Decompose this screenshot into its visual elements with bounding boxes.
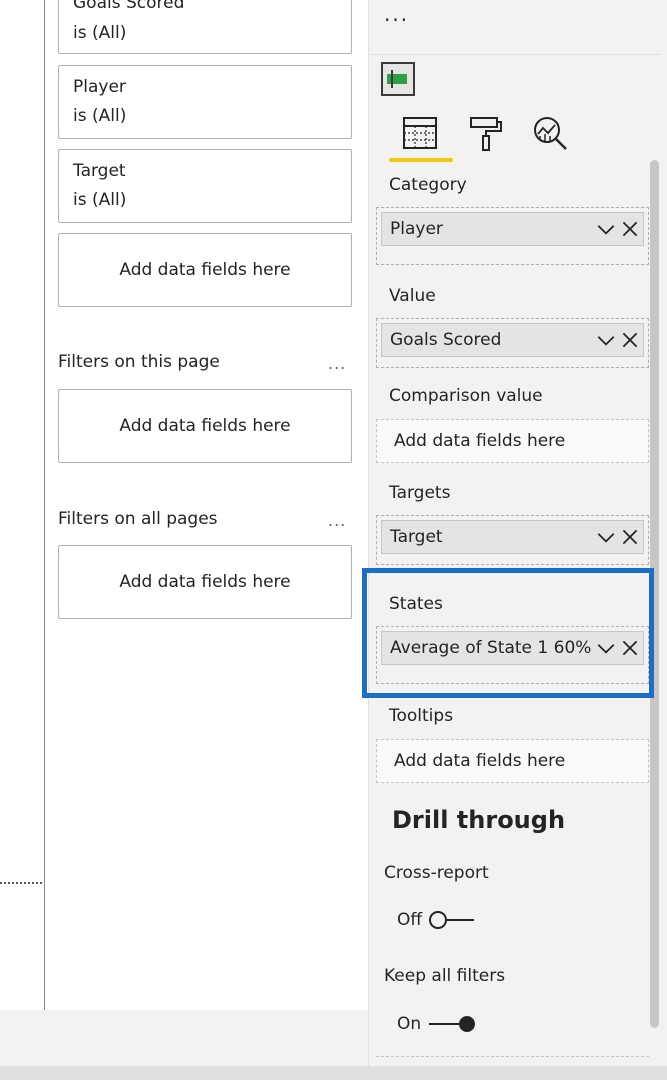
value-field-name: Goals Scored (390, 330, 502, 350)
pane-separator (370, 54, 660, 55)
category-well[interactable]: Player (376, 207, 649, 265)
analytics-magnifier-icon[interactable] (530, 114, 570, 154)
filter-condition: is (All) (73, 23, 127, 43)
filter-condition: is (All) (73, 190, 127, 210)
cross-report-label: Cross-report (384, 863, 489, 883)
value-well-label: Value (389, 286, 436, 306)
status-bar (0, 1066, 667, 1080)
paint-roller-icon[interactable] (466, 114, 506, 154)
chevron-down-icon[interactable] (595, 218, 617, 240)
tooltips-drop-zone[interactable]: Add data fields here (376, 739, 649, 783)
all-pages-filters-drop-zone[interactable]: Add data fields here (58, 545, 352, 619)
cross-report-state: Off (397, 910, 423, 930)
close-icon[interactable] (619, 218, 641, 240)
visual-filters-drop-zone[interactable]: Add data fields here (58, 233, 352, 307)
drill-through-heading: Drill through (392, 806, 566, 834)
category-field-name: Player (390, 219, 443, 239)
category-well-label: Category (389, 175, 467, 195)
cross-report-toggle[interactable]: Off (397, 908, 476, 932)
filter-condition: is (All) (73, 106, 127, 126)
targets-field-pill[interactable]: Target (381, 520, 644, 554)
fields-grid-icon[interactable] (401, 114, 441, 154)
bullet-chart-icon[interactable] (381, 62, 415, 96)
all-pages-filters-more-button[interactable]: ... (328, 511, 346, 530)
filter-card-player[interactable]: Player is (All) (58, 65, 352, 139)
filter-field-name: Target (73, 161, 126, 181)
bullet-tick-shape (391, 70, 393, 88)
close-icon[interactable] (619, 329, 641, 351)
keep-all-filters-state: On (397, 1014, 422, 1034)
tooltips-well-label: Tooltips (389, 706, 454, 726)
targets-well[interactable]: Target (376, 515, 649, 565)
filter-field-name: Player (73, 77, 126, 97)
canvas-visual-border (0, 882, 42, 884)
active-tab-indicator (389, 158, 453, 162)
page-filters-more-button[interactable]: ... (328, 354, 346, 373)
chevron-down-icon[interactable] (595, 526, 617, 548)
filters-on-all-pages-label: Filters on all pages (58, 509, 218, 529)
toggle-off-icon (429, 911, 475, 929)
filter-card-target[interactable]: Target is (All) (58, 149, 352, 223)
value-well[interactable]: Goals Scored (376, 318, 649, 368)
keep-all-filters-label: Keep all filters (384, 966, 506, 986)
annotation-highlight-box (362, 568, 654, 698)
comparison-drop-zone[interactable]: Add data fields here (376, 419, 649, 463)
bullet-bar-shape (387, 74, 407, 84)
comparison-well-label: Comparison value (389, 386, 543, 406)
filter-card-goals-scored[interactable]: Goals Scored is (All) (58, 0, 352, 54)
keep-all-filters-toggle[interactable]: On (397, 1012, 479, 1036)
more-visuals-button[interactable]: ... (384, 2, 409, 26)
targets-well-label: Targets (389, 483, 451, 503)
page-filters-drop-zone[interactable]: Add data fields here (58, 389, 352, 463)
report-canvas[interactable] (0, 0, 44, 1010)
chevron-down-icon[interactable] (595, 329, 617, 351)
category-field-pill[interactable]: Player (381, 212, 644, 246)
drop-zone-edge (376, 1056, 649, 1067)
targets-field-name: Target (390, 527, 443, 547)
value-field-pill[interactable]: Goals Scored (381, 323, 644, 357)
filters-on-page-label: Filters on this page (58, 352, 220, 372)
filter-field-name: Goals Scored (73, 0, 185, 13)
close-icon[interactable] (619, 526, 641, 548)
toggle-on-icon (429, 1016, 476, 1032)
